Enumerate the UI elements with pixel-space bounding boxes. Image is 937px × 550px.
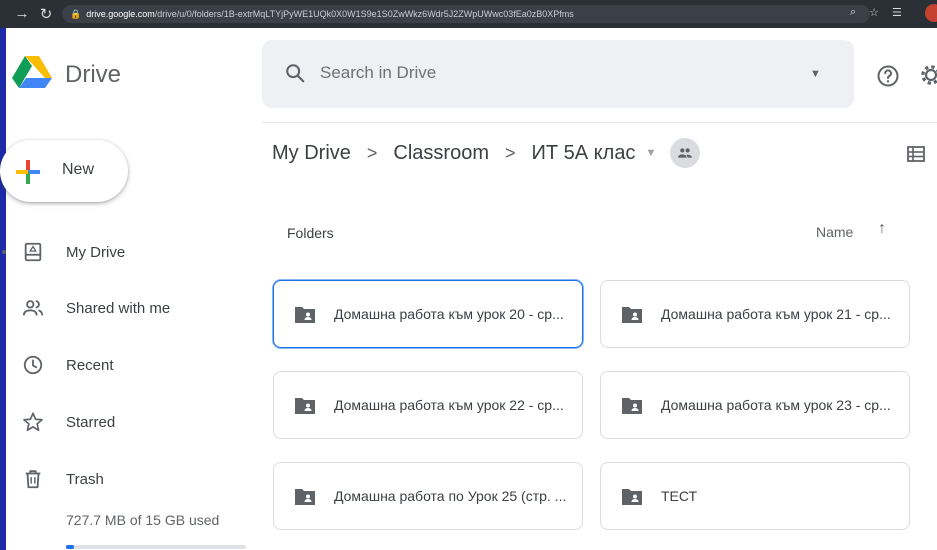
folder-menu-dropdown-icon[interactable]: ▼: [645, 147, 656, 159]
folders-section-title: Folders: [287, 225, 334, 241]
new-button-label: New: [62, 161, 95, 178]
storage-usage-text: 727.7 MB of 15 GB used: [66, 512, 220, 528]
shared-folder-icon: [295, 307, 315, 323]
folder-card[interactable]: Домашна работа по Урок 25 (стр. ...: [273, 462, 583, 530]
folder-name: ТЕСТ: [661, 488, 698, 504]
drive-logo-icon[interactable]: [12, 52, 52, 92]
my-drive-icon: [24, 242, 42, 262]
search-bar[interactable]: Search in Drive ▼: [262, 40, 854, 108]
url-path: /drive/u/0/folders/1B-extrMqLTYjPyWE1UQk…: [154, 9, 574, 19]
breadcrumb-separator: >: [366, 142, 378, 163]
search-input[interactable]: Search in Drive: [320, 63, 436, 83]
sidebar-item-label: Starred: [66, 413, 116, 431]
forward-icon[interactable]: →: [14, 5, 30, 22]
folder-name: Домашна работа към урок 20 - ср...: [334, 306, 564, 322]
trash-icon: [25, 470, 41, 489]
folder-card[interactable]: Домашна работа към урок 21 - ср...: [600, 280, 910, 348]
sort-ascending-arrow-icon[interactable]: ↑: [878, 220, 886, 238]
search-options-dropdown-icon[interactable]: ▼: [810, 68, 821, 80]
browser-action-icons: ⌕ ☆ ☰: [850, 6, 902, 19]
sidebar-item-recent[interactable]: Recent: [6, 347, 256, 383]
folder-card[interactable]: Домашна работа към урок 20 - ср...: [273, 280, 583, 348]
zoom-icon[interactable]: ⌕: [850, 6, 856, 19]
breadcrumb-item-classroom[interactable]: Classroom: [393, 142, 489, 165]
lock-icon: 🔒: [70, 8, 82, 19]
shared-folder-icon: [295, 489, 315, 505]
shared-folder-icon: [622, 489, 642, 505]
storage-progress-bar: [66, 545, 246, 549]
drive-app: Drive Search in Drive ▼ New My Drive Sha…: [0, 28, 937, 550]
settings-gear-icon[interactable]: [918, 62, 937, 88]
reload-icon[interactable]: ↻: [38, 5, 54, 23]
sidebar-item-trash[interactable]: Trash: [6, 461, 256, 497]
search-icon[interactable]: [284, 62, 306, 84]
sort-by-name-button[interactable]: Name: [816, 224, 853, 240]
sidebar-item-label: My Drive: [66, 243, 126, 261]
breadcrumb-item-current-folder[interactable]: ИТ 5А клас: [532, 142, 636, 165]
shared-folder-icon[interactable]: [670, 138, 701, 168]
plus-icon: [16, 160, 40, 184]
star-icon: [23, 412, 43, 432]
shared-folder-icon: [295, 398, 315, 414]
folder-name: Домашна работа по Урок 25 (стр. ...: [334, 488, 567, 504]
breadcrumb: My Drive > Classroom > ИТ 5А клас ▼: [272, 138, 701, 168]
shared-folder-icon: [622, 398, 642, 414]
shared-with-me-icon: [22, 300, 44, 316]
sidebar-item-label: Recent: [66, 356, 114, 374]
sidebar-item-starred[interactable]: Starred: [6, 404, 256, 440]
sidebar-item-my-drive[interactable]: My Drive: [2, 234, 256, 270]
storage-progress-fill: [66, 545, 75, 549]
header-divider: [262, 122, 937, 123]
url-host: drive.google.com: [86, 9, 155, 19]
address-bar[interactable]: 🔒 drive.google.com /drive/u/0/folders/1B…: [62, 5, 870, 23]
bookmark-star-icon[interactable]: ☆: [869, 6, 879, 19]
profile-avatar[interactable]: [925, 4, 937, 22]
folder-card[interactable]: ТЕСТ: [600, 462, 910, 530]
help-icon[interactable]: [876, 64, 900, 88]
browser-toolbar: → ↻ 🔒 drive.google.com /drive/u/0/folder…: [0, 0, 937, 28]
folder-name: Домашна работа към урок 23 - ср...: [661, 397, 891, 413]
reading-list-icon[interactable]: ☰: [892, 6, 902, 19]
sidebar-item-shared-with-me[interactable]: Shared with me: [6, 290, 256, 326]
active-indicator: [2, 250, 6, 254]
new-button[interactable]: New: [0, 140, 128, 202]
breadcrumb-item-my-drive[interactable]: My Drive: [272, 142, 351, 165]
folder-name: Домашна работа към урок 22 - ср...: [334, 397, 564, 413]
folder-name: Домашна работа към урок 21 - ср...: [661, 306, 891, 322]
clock-icon: [23, 355, 43, 375]
breadcrumb-separator: >: [504, 142, 516, 163]
sidebar-item-label: Trash: [66, 470, 104, 488]
app-title[interactable]: Drive: [65, 61, 121, 89]
sidebar-item-label: Shared with me: [66, 299, 171, 317]
folder-card[interactable]: Домашна работа към урок 23 - ср...: [600, 371, 910, 439]
shared-folder-icon: [622, 307, 642, 323]
folder-card[interactable]: Домашна работа към урок 22 - ср...: [273, 371, 583, 439]
list-view-icon[interactable]: [906, 144, 926, 164]
